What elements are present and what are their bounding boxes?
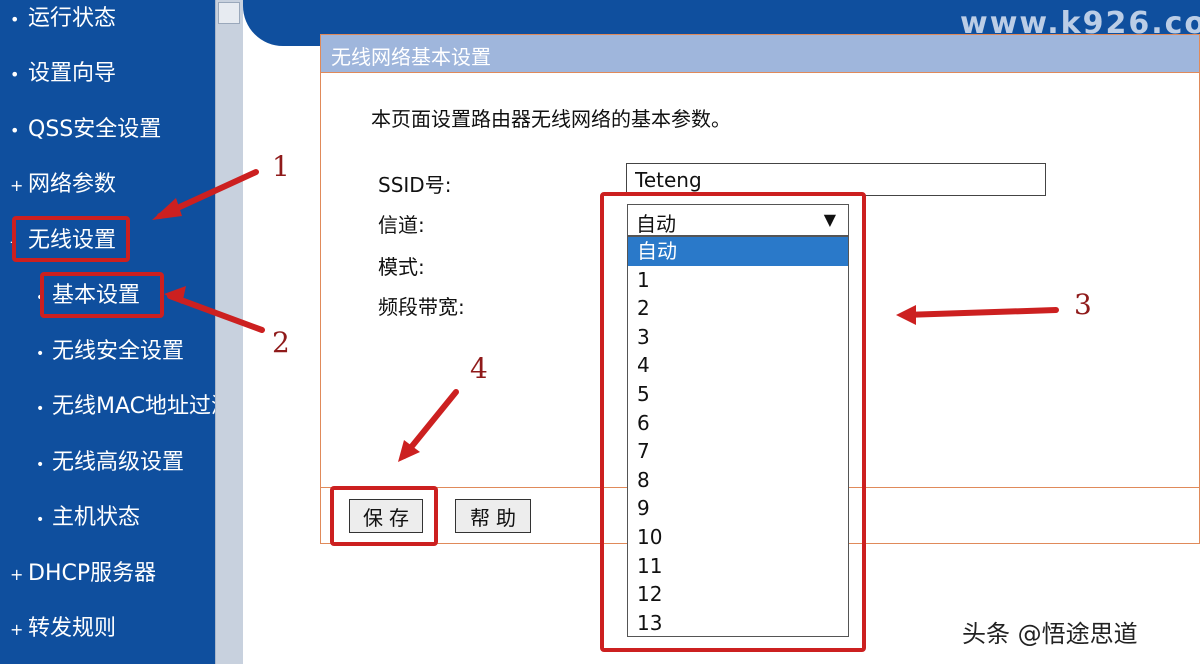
callout-4: 4 (470, 352, 488, 385)
annotation-arrows (152, 169, 1059, 462)
callout-1: 1 (272, 150, 290, 183)
arrowhead-3 (896, 305, 916, 325)
arrowhead-1 (152, 198, 182, 220)
arrow-2 (167, 293, 265, 333)
callout-2: 2 (272, 326, 290, 359)
source-watermark: 头条 @悟途思道 (962, 620, 1138, 648)
callout-3: 3 (1074, 288, 1092, 321)
arrow-3 (901, 307, 1059, 318)
